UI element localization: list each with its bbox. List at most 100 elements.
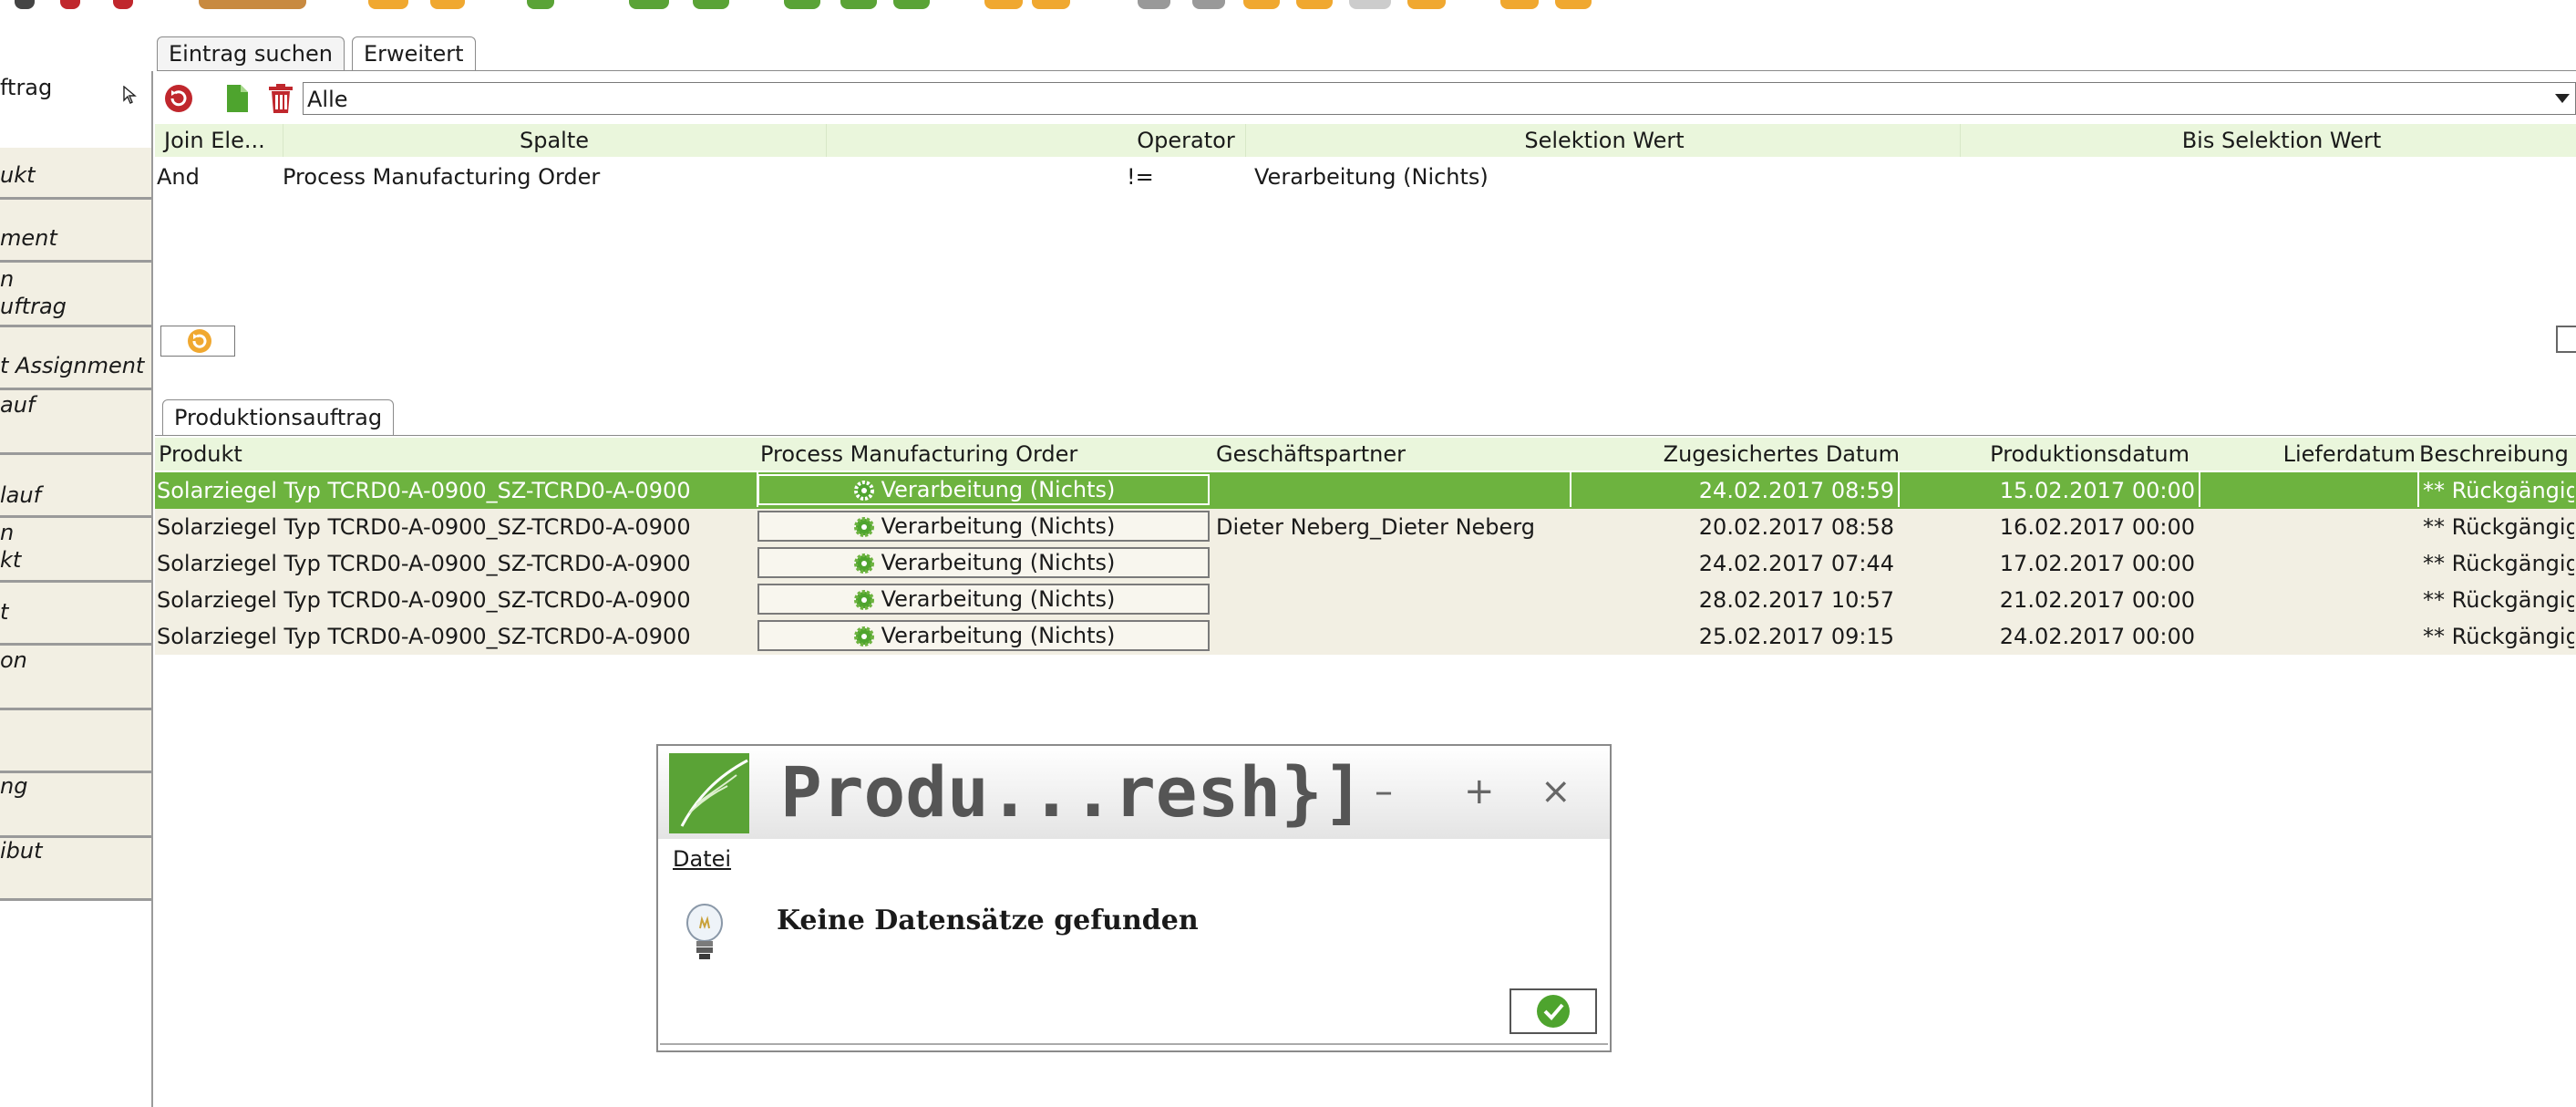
toolbar-icon[interactable] (15, 0, 35, 9)
cell-delivery-date[interactable] (2202, 509, 2414, 545)
cell-description[interactable]: ** Rückgängig... (2423, 509, 2574, 545)
cell-description[interactable]: ** Rückgängig... (2423, 618, 2574, 655)
table-row[interactable]: Solarziegel Typ TCRD0-A-0900_SZ-TCRD0-A-… (155, 582, 2576, 618)
tab-erweitert[interactable]: Erweitert (352, 36, 476, 70)
sidebar-item[interactable]: ibut (0, 838, 151, 901)
cell-product[interactable]: Solarziegel Typ TCRD0-A-0900_SZ-TCRD0-A-… (157, 618, 753, 655)
sidebar-item[interactable]: on (0, 646, 151, 710)
sidebar-item[interactable]: auf (0, 390, 151, 455)
toolbar-icon[interactable] (984, 0, 1023, 9)
toolbar-icon[interactable] (629, 0, 669, 9)
toolbar-icon[interactable] (1407, 0, 1446, 9)
cell-product[interactable]: Solarziegel Typ TCRD0-A-0900_SZ-TCRD0-A-… (157, 545, 753, 582)
cell-product[interactable]: Solarziegel Typ TCRD0-A-0900_SZ-TCRD0-A-… (157, 509, 753, 545)
refresh-button[interactable] (160, 326, 235, 357)
table-row[interactable]: Solarziegel Typ TCRD0-A-0900_SZ-TCRD0-A-… (155, 545, 2576, 582)
column-header[interactable]: Lieferdatum (2197, 438, 2416, 471)
toolbar-icon[interactable] (1192, 0, 1225, 9)
cell-production-date[interactable]: 15.02.2017 00:00 (1901, 472, 2195, 509)
dialog-titlebar[interactable]: Produ...resh}] – + × (658, 746, 1610, 839)
cell-partner[interactable] (1216, 545, 1562, 582)
toolbar-icon[interactable] (60, 0, 80, 9)
toolbar-icon[interactable] (368, 0, 408, 9)
minimize-icon[interactable]: – (1375, 771, 1393, 812)
delete-icon[interactable] (264, 82, 297, 115)
query-operator[interactable]: != (1127, 164, 1154, 190)
toolbar-icon[interactable] (1243, 0, 1280, 9)
query-row[interactable]: And Process Manufacturing Order != Verar… (155, 160, 2576, 197)
sidebar-item[interactable]: lauf (0, 455, 151, 518)
dialog-menu-datei[interactable]: Datei (673, 846, 731, 872)
process-button[interactable]: Verarbeitung (Nichts) (757, 584, 1210, 615)
cell-partner[interactable] (1216, 582, 1562, 618)
cell-partner[interactable] (1216, 472, 1562, 509)
chevron-down-icon[interactable] (2555, 94, 2570, 103)
column-header[interactable]: Process Manufacturing Order (760, 438, 1207, 471)
cell-promised-date[interactable]: 20.02.2017 08:58 (1573, 509, 1894, 545)
new-record-icon[interactable] (221, 82, 253, 115)
sidebar-item[interactable]: ng (0, 773, 151, 838)
column-header[interactable]: Selektion Wert (1249, 124, 1961, 157)
cell-production-date[interactable]: 16.02.2017 00:00 (1901, 509, 2195, 545)
process-button[interactable]: Verarbeitung (Nichts) (757, 547, 1210, 578)
toolbar-icon[interactable] (1296, 0, 1333, 9)
query-join[interactable]: And (157, 164, 200, 190)
cell-partner[interactable]: Dieter Neberg_Dieter Neberg (1216, 509, 1562, 545)
cell-description[interactable]: ** Rückgängig... (2423, 582, 2574, 618)
toolbar-icon[interactable] (893, 0, 930, 9)
toolbar-icon[interactable] (199, 0, 306, 9)
toolbar-icon[interactable] (840, 0, 877, 9)
cell-description[interactable]: ** Rückgängig... (2423, 545, 2574, 582)
query-select[interactable]: Alle (303, 82, 2576, 115)
maximize-icon[interactable]: + (1464, 771, 1495, 812)
cell-production-date[interactable]: 24.02.2017 00:00 (1901, 618, 2195, 655)
cell-promised-date[interactable]: 25.02.2017 09:15 (1573, 618, 1894, 655)
table-row[interactable]: Solarziegel Typ TCRD0-A-0900_SZ-TCRD0-A-… (155, 472, 2576, 509)
query-value[interactable]: Verarbeitung (Nichts) (1254, 164, 1489, 190)
column-header[interactable]: Produktionsdatum (1905, 438, 2190, 471)
toolbar-icon[interactable] (1138, 0, 1170, 9)
column-header[interactable]: Geschäftspartner (1216, 438, 1544, 471)
cell-description[interactable]: ** Rückgängig... (2423, 472, 2574, 509)
toolbar-icon[interactable] (527, 0, 554, 9)
ok-button[interactable] (1510, 988, 1597, 1034)
cell-promised-date[interactable]: 24.02.2017 08:59 (1573, 472, 1894, 509)
cell-promised-date[interactable]: 28.02.2017 10:57 (1573, 582, 1894, 618)
toolbar-icon[interactable] (1500, 0, 1539, 9)
cell-delivery-date[interactable] (2202, 582, 2414, 618)
tab-eintrag-suchen[interactable]: Eintrag suchen (157, 36, 345, 70)
process-button[interactable]: Verarbeitung (Nichts) (757, 620, 1210, 651)
cell-delivery-date[interactable] (2202, 618, 2414, 655)
cell-production-date[interactable]: 21.02.2017 00:00 (1901, 582, 2195, 618)
tab-produktionsauftrag[interactable]: Produktionsauftrag (162, 399, 395, 435)
cell-product[interactable]: Solarziegel Typ TCRD0-A-0900_SZ-TCRD0-A-… (157, 582, 753, 618)
column-header[interactable]: Spalte (283, 124, 827, 157)
toolbar-icon[interactable] (113, 0, 133, 9)
sidebar-item[interactable]: t (0, 583, 151, 646)
sidebar-item[interactable]: ukt (0, 148, 151, 200)
toolbar-icon[interactable] (784, 0, 820, 9)
sidebar-item[interactable]: ment (0, 200, 151, 263)
toolbar-icon[interactable] (693, 0, 729, 9)
cell-delivery-date[interactable] (2202, 472, 2414, 509)
table-row[interactable]: Solarziegel Typ TCRD0-A-0900_SZ-TCRD0-A-… (155, 509, 2576, 545)
undo-icon[interactable] (162, 82, 195, 115)
sidebar-item[interactable]: t Assignment (0, 327, 151, 390)
query-column[interactable]: Process Manufacturing Order (283, 164, 600, 190)
column-header[interactable]: Beschreibung (2419, 438, 2576, 471)
sidebar-item[interactable] (0, 710, 151, 773)
cell-product[interactable]: Solarziegel Typ TCRD0-A-0900_SZ-TCRD0-A-… (157, 472, 753, 509)
toolbar-icon[interactable] (430, 0, 465, 9)
column-header[interactable]: Zugesichertes Datum (1568, 438, 1900, 471)
toolbar-icon[interactable] (1555, 0, 1592, 9)
toolbar-icon[interactable] (1349, 0, 1391, 9)
sidebar-item[interactable]: n kt (0, 518, 151, 583)
column-header[interactable]: Produkt (159, 438, 751, 471)
cell-production-date[interactable]: 17.02.2017 00:00 (1901, 545, 2195, 582)
cell-partner[interactable] (1216, 618, 1562, 655)
process-button[interactable]: Verarbeitung (Nichts) (757, 511, 1210, 542)
table-row[interactable]: Solarziegel Typ TCRD0-A-0900_SZ-TCRD0-A-… (155, 618, 2576, 655)
toolbar-icon[interactable] (1032, 0, 1070, 9)
cell-promised-date[interactable]: 24.02.2017 07:44 (1573, 545, 1894, 582)
column-header[interactable]: Operator (1127, 124, 1246, 157)
